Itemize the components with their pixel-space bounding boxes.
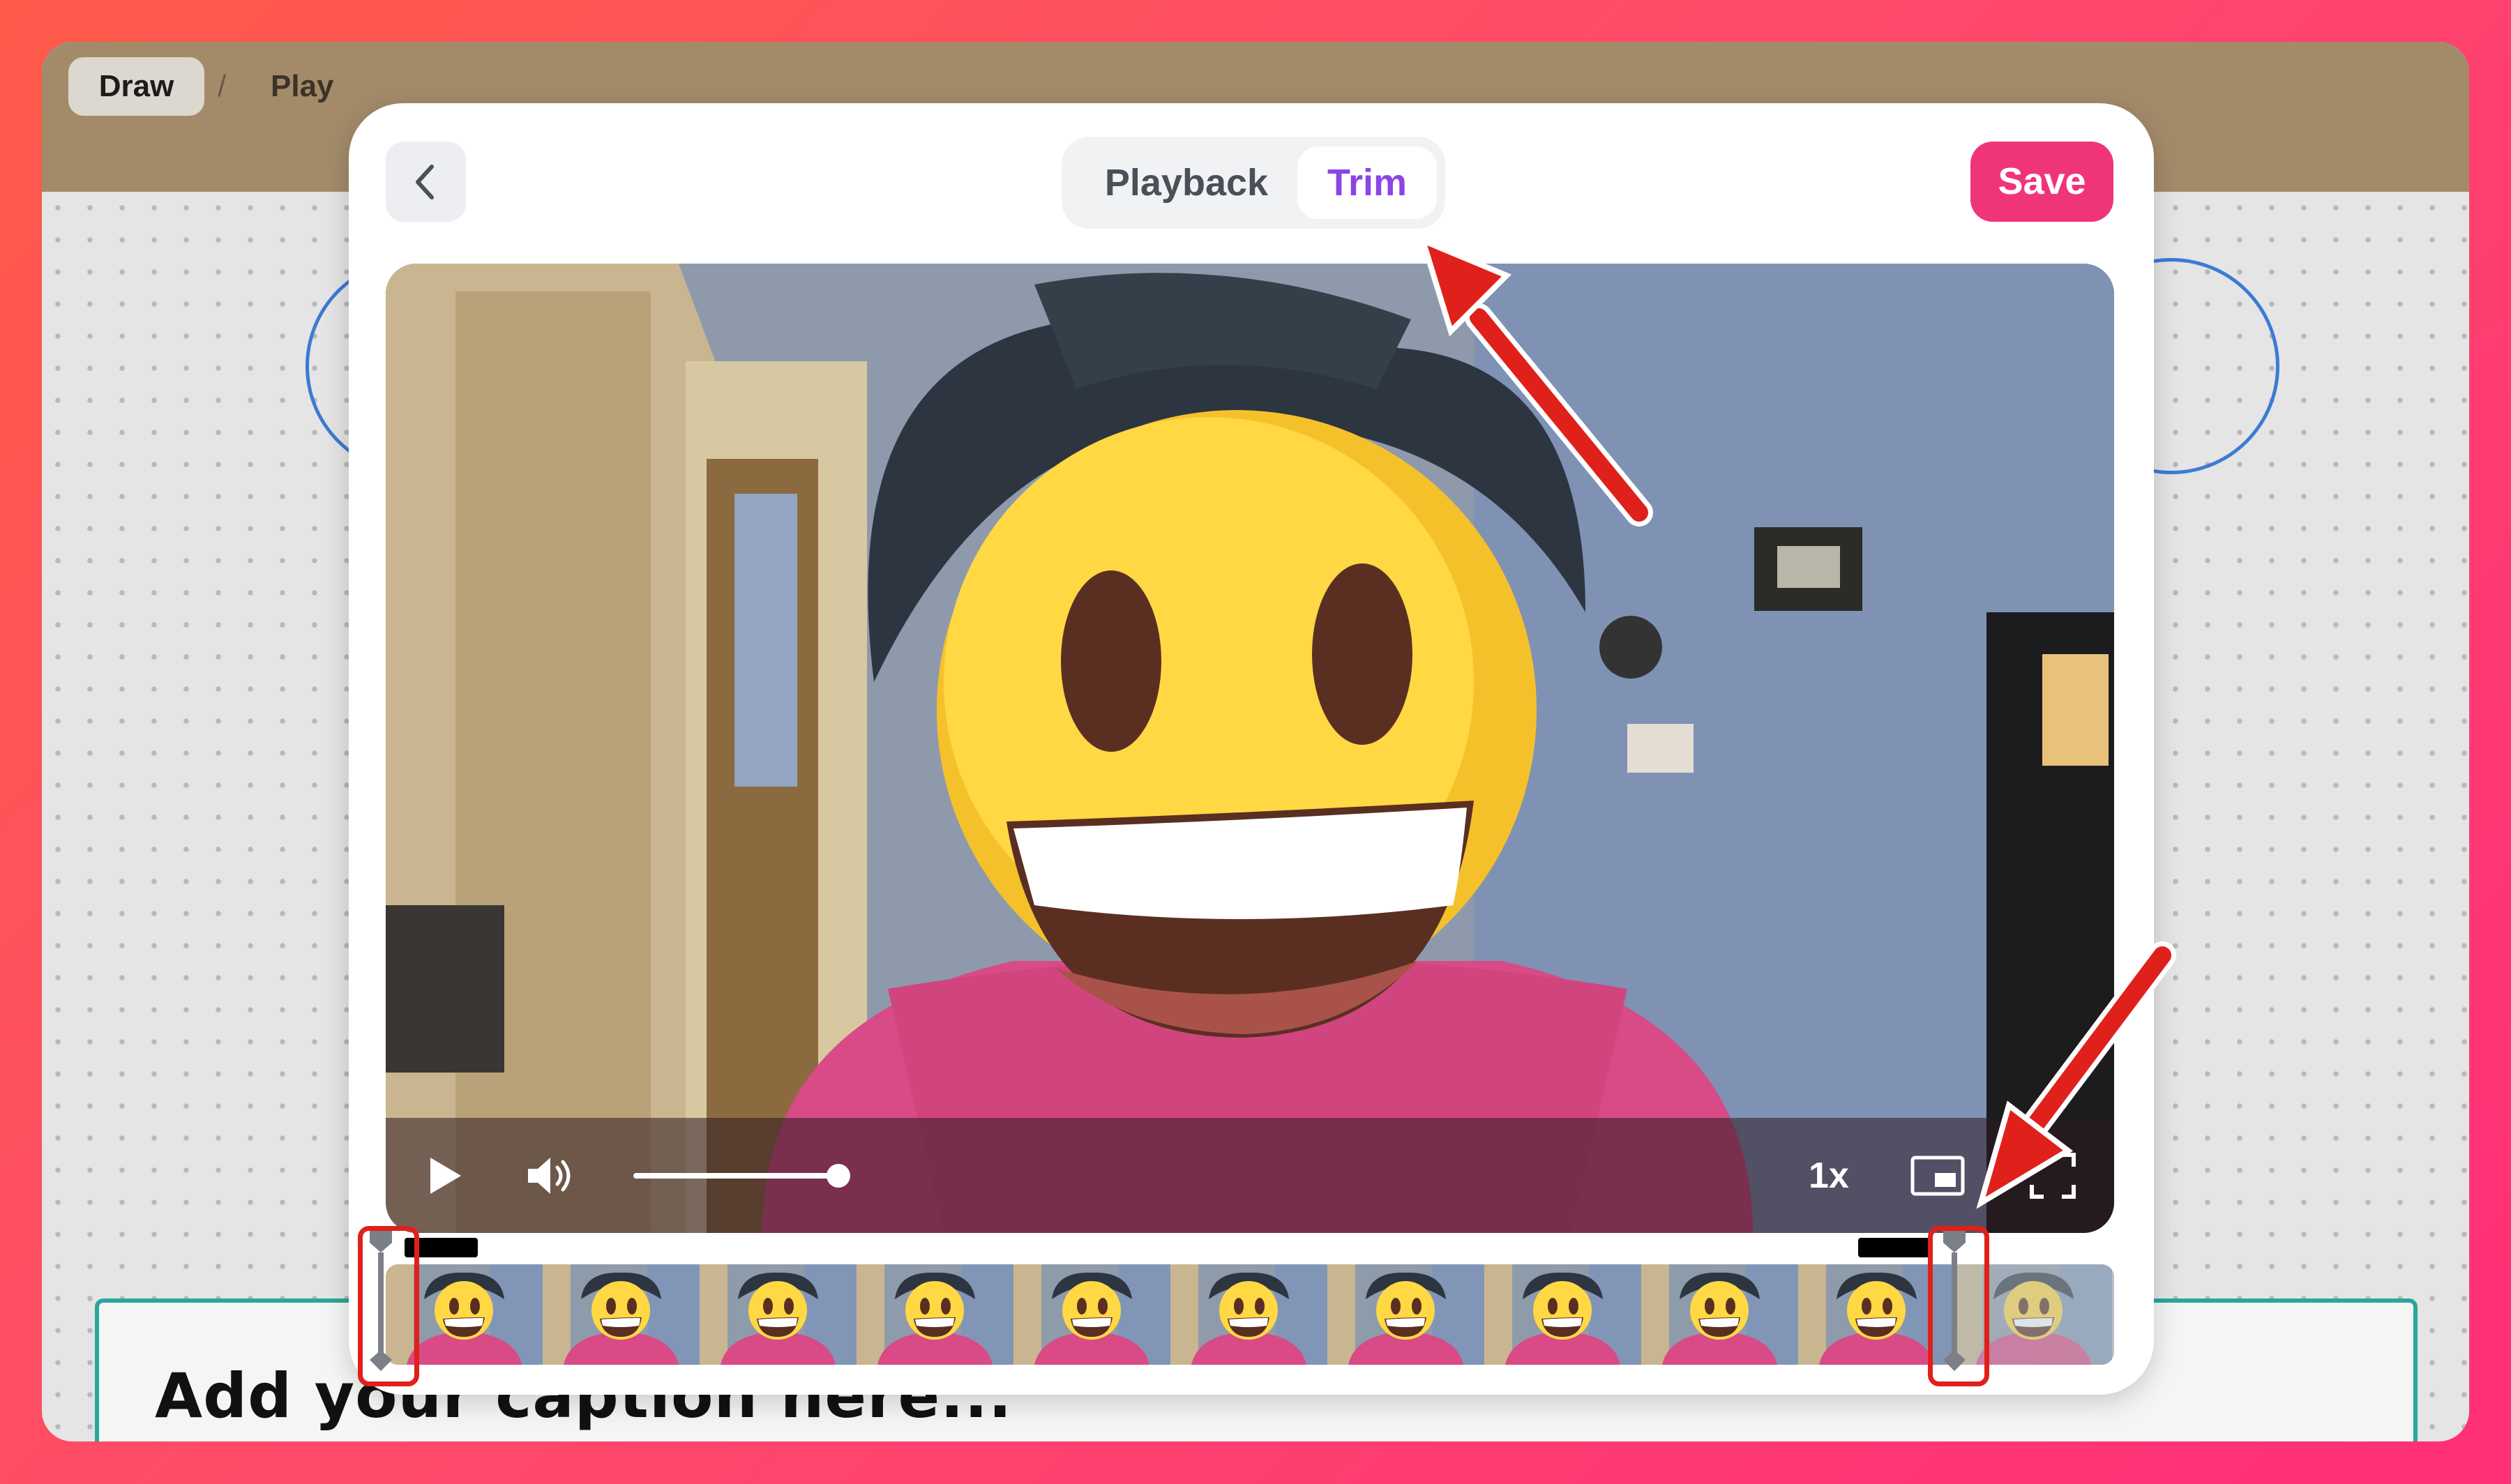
timeline-thumbnail (700, 1264, 857, 1365)
trim-range-end-bar (1858, 1238, 1931, 1257)
chevron-left-icon (415, 164, 434, 199)
picture-in-picture-button[interactable] (1910, 1118, 1966, 1233)
mode-tabs: Playback Trim (1062, 137, 1445, 229)
timeline-thumbnail (1327, 1264, 1484, 1365)
tab-trim[interactable]: Trim (1297, 146, 1437, 219)
back-button[interactable] (386, 142, 466, 222)
video-preview[interactable]: 1x (386, 264, 2114, 1233)
volume-slider-knob[interactable] (827, 1164, 850, 1188)
play-icon (430, 1157, 461, 1194)
breadcrumb-draw[interactable]: Draw (68, 57, 204, 116)
volume-slider-track[interactable] (633, 1173, 836, 1179)
breadcrumb-play[interactable]: Play (271, 57, 334, 116)
timeline-thumbnail (857, 1264, 1013, 1365)
trim-end-highlight (1928, 1226, 1989, 1386)
save-button[interactable]: Save (1970, 142, 2113, 222)
speed-button[interactable]: 1x (1809, 1118, 1849, 1233)
volume-icon (528, 1157, 571, 1194)
trim-start-highlight (358, 1226, 419, 1386)
play-button[interactable] (422, 1118, 467, 1233)
fullscreen-button[interactable] (2028, 1118, 2077, 1233)
timeline-thumbnail (1484, 1264, 1641, 1365)
video-controls: 1x (386, 1118, 2114, 1233)
timeline-thumbnail (1013, 1264, 1170, 1365)
fullscreen-icon (2030, 1152, 2076, 1199)
tab-playback[interactable]: Playback (1076, 146, 1297, 219)
picture-in-picture-icon (1910, 1156, 1965, 1195)
volume-button[interactable] (525, 1118, 575, 1233)
timeline-thumbnail (1641, 1264, 1798, 1365)
trim-timeline[interactable] (386, 1264, 2114, 1365)
breadcrumb-separator: / (218, 69, 227, 103)
video-editor-modal: Playback Trim Save 1x (349, 103, 2154, 1395)
speed-label: 1x (1809, 1155, 1849, 1196)
timeline-thumbnail (1170, 1264, 1327, 1365)
video-frame-image (386, 264, 2114, 1233)
timeline-thumbnail (543, 1264, 700, 1365)
